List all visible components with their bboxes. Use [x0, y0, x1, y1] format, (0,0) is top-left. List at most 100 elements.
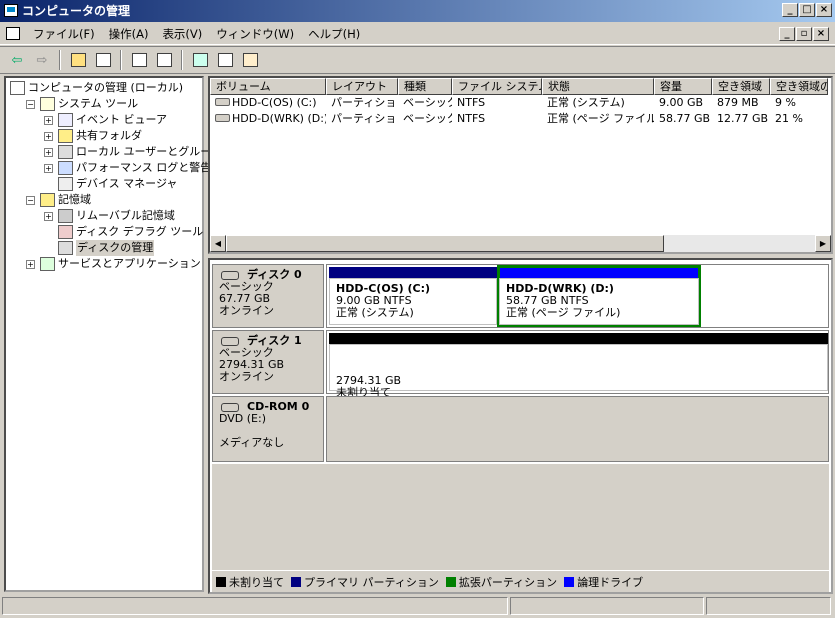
table-cell: HDD-C(OS) (C:): [210, 95, 326, 111]
column-header[interactable]: 空き領域: [712, 78, 770, 95]
disk-volumes-area: [326, 396, 829, 462]
expand-icon[interactable]: +: [26, 260, 35, 269]
close-button[interactable]: ×: [816, 3, 832, 17]
disk-info[interactable]: ディスク 1 ベーシック 2794.31 GB オンライン: [212, 330, 324, 394]
scroll-left-button[interactable]: ◀: [210, 235, 226, 252]
volume-type-bar: [499, 267, 699, 278]
volume-status: 正常 (ページ ファイル): [506, 306, 621, 319]
column-header[interactable]: ボリューム: [210, 78, 326, 95]
tree-item-label: コンピュータの管理 (ローカル): [28, 81, 184, 94]
child-restore-button[interactable]: ▫: [796, 27, 812, 41]
tree-item[interactable]: + サービスとアプリケーション: [6, 256, 202, 272]
expand-icon[interactable]: +: [44, 212, 53, 221]
disk-row[interactable]: CD-ROM 0 DVD (E:) メディアなし: [212, 396, 829, 462]
column-header[interactable]: 容量: [654, 78, 712, 95]
tree-item[interactable]: + リムーバブル記憶域: [6, 208, 202, 224]
export-list-button[interactable]: [214, 49, 236, 71]
console-tree[interactable]: コンピュータの管理 (ローカル) − システム ツール + イベント ビューア + 共有フォ…: [4, 76, 222, 592]
table-row[interactable]: HDD-C(OS) (C:) パーティションベーシック NTFS 正常 (システム) 9…: [210, 95, 831, 111]
tree-item[interactable]: + パフォーマンス ログと警告: [6, 160, 211, 176]
tree-item[interactable]: ディスクの管理: [6, 240, 202, 256]
expand-icon[interactable]: +: [44, 116, 53, 125]
toolbar: ⇦ ⇨: [0, 46, 835, 74]
tree-item[interactable]: + イベント ビューア: [6, 112, 202, 128]
removable-storage-icon: [58, 209, 73, 223]
table-row[interactable]: HDD-D(WRK) (D:) パーティションベーシック NTFS 正常 (ページ フ…: [210, 111, 831, 127]
tree-item[interactable]: デバイス マネージャ: [6, 176, 202, 192]
forward-button[interactable]: ⇨: [31, 49, 53, 71]
maximize-button[interactable]: □: [799, 3, 815, 17]
expand-icon[interactable]: +: [44, 164, 53, 173]
disk-status: オンライン: [219, 304, 274, 317]
tree-item[interactable]: + ローカル ユーザーとグループ: [6, 144, 222, 160]
cell-text: HDD-C(OS) (C:): [232, 96, 317, 109]
table-cell: パーティション: [326, 111, 398, 127]
column-header[interactable]: レイアウト: [326, 78, 398, 95]
column-header[interactable]: 状態: [542, 78, 654, 95]
table-cell: 正常 (システム): [542, 95, 654, 111]
tree-item-label: パフォーマンス ログと警告: [76, 161, 212, 174]
show-hide-tree-button[interactable]: [92, 49, 114, 71]
tree-item[interactable]: − システム ツール: [6, 96, 202, 112]
disk-graphical-view[interactable]: ディスク 0 ベーシック 67.77 GB オンライン HDD-C(OS) (C:) 9.…: [208, 258, 833, 594]
disk-icon: [221, 403, 239, 412]
properties-button[interactable]: [153, 49, 175, 71]
tree-item[interactable]: − 記憶域: [6, 192, 202, 208]
expand-icon[interactable]: +: [44, 148, 53, 157]
disk-info[interactable]: CD-ROM 0 DVD (E:) メディアなし: [212, 396, 324, 462]
disk-info[interactable]: ディスク 0 ベーシック 67.77 GB オンライン: [212, 264, 324, 328]
tree-item[interactable]: + 共有フォルダ: [6, 128, 202, 144]
volume-list[interactable]: ボリューム レイアウト 種類 ファイル システム 状態 容量 空き領域 空き領域の HDD-C…: [208, 76, 833, 254]
menu-file[interactable]: ファイル(F): [26, 26, 102, 42]
cell-text: ベーシック: [403, 112, 452, 125]
menu-view[interactable]: 表示(V): [155, 26, 209, 42]
disk-row[interactable]: ディスク 1 ベーシック 2794.31 GB オンライン 2794.31 GB 未割り当…: [212, 330, 829, 399]
column-header[interactable]: ファイル システム: [452, 78, 542, 95]
device-manager-icon: [58, 177, 73, 191]
collapse-icon[interactable]: −: [26, 100, 35, 109]
volume-block[interactable]: HDD-C(OS) (C:) 9.00 GB NTFS 正常 (システム): [329, 267, 497, 325]
cell-text: NTFS: [457, 96, 486, 109]
menu-window[interactable]: ウィンドウ(W): [209, 26, 301, 42]
disk-row[interactable]: ディスク 0 ベーシック 67.77 GB オンライン HDD-C(OS) (C:) 9.…: [212, 264, 829, 328]
scroll-thumb[interactable]: [226, 235, 664, 252]
child-close-button[interactable]: ×: [813, 27, 829, 41]
tree-item[interactable]: コンピュータの管理 (ローカル): [6, 80, 202, 96]
tree-item[interactable]: ディスク デフラグ ツール: [6, 224, 203, 240]
tree-item-label: サービスとアプリケーション: [58, 257, 201, 270]
menu-bar: ファイル(F) 操作(A) 表示(V) ウィンドウ(W) ヘルプ(H) _ ▫ …: [0, 23, 835, 45]
refresh-button[interactable]: [189, 49, 211, 71]
help-button[interactable]: [128, 49, 150, 71]
status-bar: [2, 597, 833, 617]
collapse-icon[interactable]: −: [26, 196, 35, 205]
mmc-document-icon[interactable]: [6, 27, 20, 40]
volume-list-rows: HDD-C(OS) (C:) パーティションベーシック NTFS 正常 (システム) 9…: [210, 95, 831, 127]
minimize-button[interactable]: _: [782, 3, 798, 17]
legend-swatch: [291, 576, 301, 587]
scroll-right-button[interactable]: ▶: [815, 235, 831, 252]
computer-icon: [10, 81, 25, 95]
expand-icon[interactable]: +: [44, 132, 53, 141]
table-cell: 9.00 GB: [654, 95, 712, 111]
defrag-icon: [58, 225, 73, 239]
menu-action[interactable]: 操作(A): [102, 26, 156, 42]
table-cell: 12.77 GB: [712, 111, 770, 127]
volume-block[interactable]: HDD-D(WRK) (D:) 58.77 GB NTFS 正常 (ページ ファイル…: [497, 265, 701, 327]
disk-volumes-area: HDD-C(OS) (C:) 9.00 GB NTFS 正常 (システム) HDD-D…: [326, 264, 829, 328]
legend-item: 未割り当て: [216, 574, 284, 590]
volume-block[interactable]: 2794.31 GB 未割り当て: [329, 333, 828, 399]
horizontal-scrollbar[interactable]: ◀ ▶: [210, 235, 831, 252]
cell-text: HDD-D(WRK) (D:): [232, 112, 326, 125]
column-header[interactable]: 空き領域の: [770, 78, 828, 95]
rescan-disks-icon: [242, 53, 258, 67]
child-minimize-button[interactable]: _: [779, 27, 795, 41]
rescan-disks-button[interactable]: [239, 49, 261, 71]
forward-arrow-icon: ⇨: [36, 52, 48, 68]
up-folder-icon: [70, 53, 86, 67]
up-one-level-button[interactable]: [67, 49, 89, 71]
cell-text: ベーシック: [403, 96, 452, 109]
volume-details: HDD-C(OS) (C:) 9.00 GB NTFS 正常 (システム): [329, 278, 497, 325]
column-header[interactable]: 種類: [398, 78, 452, 95]
menu-help[interactable]: ヘルプ(H): [301, 26, 367, 42]
back-button[interactable]: ⇦: [6, 49, 28, 71]
